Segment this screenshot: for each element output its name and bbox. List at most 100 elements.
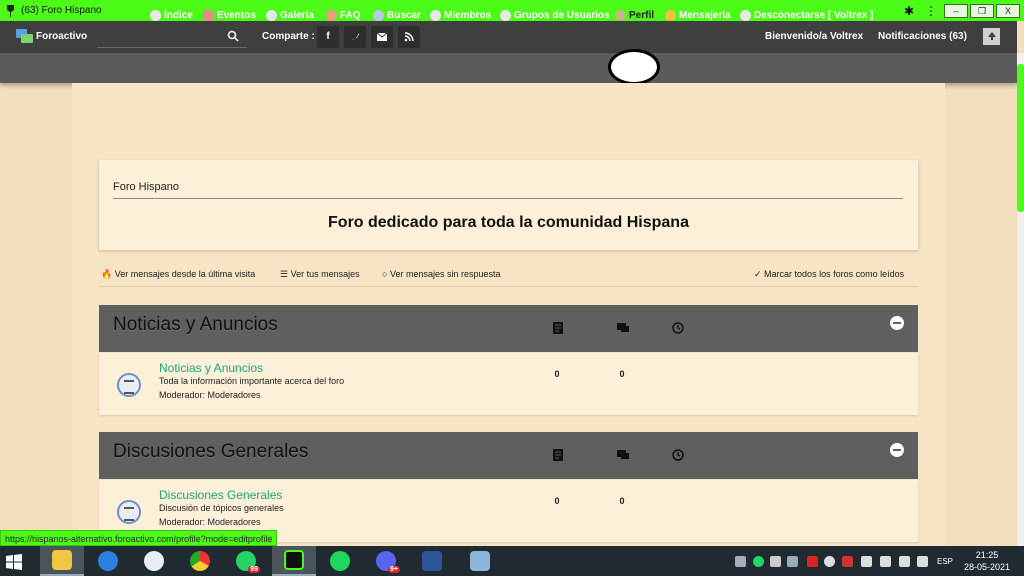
nav-profile[interactable]: Perfil bbox=[615, 8, 654, 22]
nav-gallery[interactable]: Galería bbox=[266, 8, 314, 22]
app-icon bbox=[144, 551, 164, 571]
taskbar-spotify[interactable] bbox=[318, 546, 362, 576]
main-navbar bbox=[0, 53, 1017, 83]
favicon-icon bbox=[7, 4, 14, 17]
notifications-count: (63) bbox=[949, 31, 967, 42]
tray-antivirus-icon[interactable] bbox=[842, 556, 853, 567]
tray-app-icon[interactable] bbox=[861, 556, 872, 567]
folder-icon bbox=[52, 550, 72, 570]
your-messages-label: Ver tus mensajes bbox=[290, 269, 360, 279]
taskbar-app-blue[interactable] bbox=[86, 546, 130, 576]
twitter-icon bbox=[351, 33, 360, 40]
taskbar-whatsapp[interactable]: 99 bbox=[224, 546, 268, 576]
menu-dots-icon[interactable]: ⋮ bbox=[920, 4, 942, 18]
taskbar-file-explorer[interactable] bbox=[40, 546, 84, 576]
nav-messaging[interactable]: Mensajería bbox=[665, 8, 731, 22]
email-share-button[interactable] bbox=[371, 26, 393, 48]
foroactivo-logo-icon[interactable] bbox=[16, 29, 33, 44]
collapse-category-button[interactable] bbox=[890, 316, 904, 330]
forum-link[interactable]: Noticias y Anuncios bbox=[159, 361, 263, 375]
nav-label: Galería bbox=[280, 9, 314, 21]
nav-search[interactable]: Buscar bbox=[373, 8, 421, 22]
clock-time[interactable]: 21:25 bbox=[962, 550, 1012, 560]
nav-label: Perfil bbox=[629, 9, 655, 21]
tray-discord-icon[interactable] bbox=[735, 556, 746, 567]
scrollbar-thumb[interactable] bbox=[1017, 64, 1024, 212]
taskbar-forum-browser[interactable] bbox=[272, 546, 316, 576]
forum-moderator[interactable]: Moderador: Moderadores bbox=[159, 390, 261, 400]
restore-button[interactable]: ❐ bbox=[970, 3, 994, 18]
minimize-button[interactable]: – bbox=[944, 3, 968, 18]
close-button[interactable]: X bbox=[996, 3, 1020, 18]
forum-topics-count: 0 bbox=[554, 369, 560, 379]
taskbar-word[interactable] bbox=[410, 546, 454, 576]
notifications-label: Notificaciones bbox=[878, 31, 947, 42]
extensions-icon[interactable]: ✱ bbox=[898, 4, 920, 18]
browser-icon bbox=[284, 550, 304, 570]
nav-label: Desconectarse [ Voltrex ] bbox=[754, 9, 874, 21]
tray-volume-icon[interactable] bbox=[917, 556, 928, 567]
forum-header-card: Foro Hispano Foro dedicado para toda la … bbox=[99, 160, 918, 250]
forum-row: Noticias y Anuncios Toda la información … bbox=[99, 353, 918, 415]
site-name[interactable]: Foro Hispano bbox=[113, 181, 179, 193]
category-header: Discusiones Generales bbox=[99, 432, 918, 479]
last-post-clock-icon bbox=[672, 449, 684, 461]
your-messages-link[interactable]: ☰ Ver tus mensajes bbox=[280, 269, 360, 280]
whatsapp-badge: 99 bbox=[248, 566, 260, 573]
discord-badge: 9+ bbox=[388, 566, 400, 573]
chrome-icon bbox=[190, 551, 210, 571]
unanswered-link[interactable]: ○ Ver mensajes sin respuesta bbox=[382, 269, 501, 279]
facebook-share-button[interactable]: f bbox=[317, 26, 339, 48]
search-icon[interactable] bbox=[227, 30, 239, 42]
nav-label: Miembros bbox=[444, 9, 492, 21]
word-icon bbox=[422, 551, 442, 571]
taskbar-discord[interactable]: 9+ bbox=[364, 546, 408, 576]
perfil-highlight-circle bbox=[608, 49, 660, 85]
clock-date[interactable]: 28-05-2021 bbox=[962, 562, 1012, 572]
tray-pdf-icon[interactable] bbox=[807, 556, 818, 567]
category-header: Noticias y Anuncios bbox=[99, 305, 918, 352]
search-input[interactable] bbox=[97, 26, 247, 48]
forum-link[interactable]: Discusiones Generales bbox=[159, 488, 282, 502]
new-messages-label: Ver mensajes desde la última visita bbox=[114, 269, 256, 279]
tray-spotify-icon[interactable] bbox=[753, 556, 764, 567]
tray-power-icon[interactable] bbox=[880, 556, 891, 567]
nav-label: FAQ bbox=[340, 9, 361, 21]
scroll-top-button[interactable] bbox=[983, 28, 1000, 45]
nav-logout[interactable]: Desconectarse [ Voltrex ] bbox=[740, 8, 873, 22]
faq-icon bbox=[326, 9, 337, 21]
tray-steam-icon[interactable] bbox=[787, 556, 798, 567]
forum-topbar: Foroactivo Comparte : f Bienvenido/a Vol… bbox=[0, 21, 1017, 53]
tray-cloud-icon[interactable] bbox=[824, 556, 835, 567]
nav-groups[interactable]: Grupos de Usuarios bbox=[500, 8, 610, 22]
taskbar-app-security[interactable] bbox=[132, 546, 176, 576]
welcome-text[interactable]: Bienvenido/a Voltrex bbox=[765, 31, 863, 42]
forum-status-icon bbox=[117, 500, 141, 524]
nav-label: Índice bbox=[164, 9, 193, 21]
posts-icon bbox=[617, 450, 629, 459]
tray-app-icon[interactable] bbox=[770, 556, 781, 567]
groups-icon bbox=[500, 9, 511, 21]
category-title[interactable]: Discusiones Generales bbox=[113, 441, 308, 463]
taskbar-calculator[interactable] bbox=[458, 546, 502, 576]
nav-members[interactable]: Miembros bbox=[430, 8, 491, 22]
collapse-category-button[interactable] bbox=[890, 443, 904, 457]
rss-share-button[interactable] bbox=[398, 26, 420, 48]
forum-moderator[interactable]: Moderador: Moderadores bbox=[159, 517, 261, 527]
nav-faq[interactable]: FAQ bbox=[326, 8, 361, 22]
header-divider bbox=[113, 198, 903, 199]
tray-network-icon[interactable] bbox=[899, 556, 910, 567]
taskbar-chrome[interactable] bbox=[178, 546, 222, 576]
nav-index[interactable]: Índice bbox=[150, 8, 193, 22]
foroactivo-link[interactable]: Foroactivo bbox=[36, 31, 87, 42]
notifications-link[interactable]: Notificaciones (63) bbox=[878, 31, 967, 42]
nav-label: Mensajería bbox=[679, 9, 731, 21]
nav-events[interactable]: Eventos bbox=[203, 8, 256, 22]
home-icon bbox=[150, 9, 161, 21]
twitter-share-button[interactable] bbox=[344, 26, 366, 48]
mark-read-link[interactable]: ✓ Marcar todos los foros como leídos bbox=[754, 269, 904, 280]
language-indicator[interactable]: ESP bbox=[937, 557, 953, 566]
windows-start-icon[interactable] bbox=[6, 554, 22, 570]
category-title[interactable]: Noticias y Anuncios bbox=[113, 314, 278, 336]
new-messages-link[interactable]: 🔥 Ver mensajes desde la última visita bbox=[101, 269, 255, 280]
